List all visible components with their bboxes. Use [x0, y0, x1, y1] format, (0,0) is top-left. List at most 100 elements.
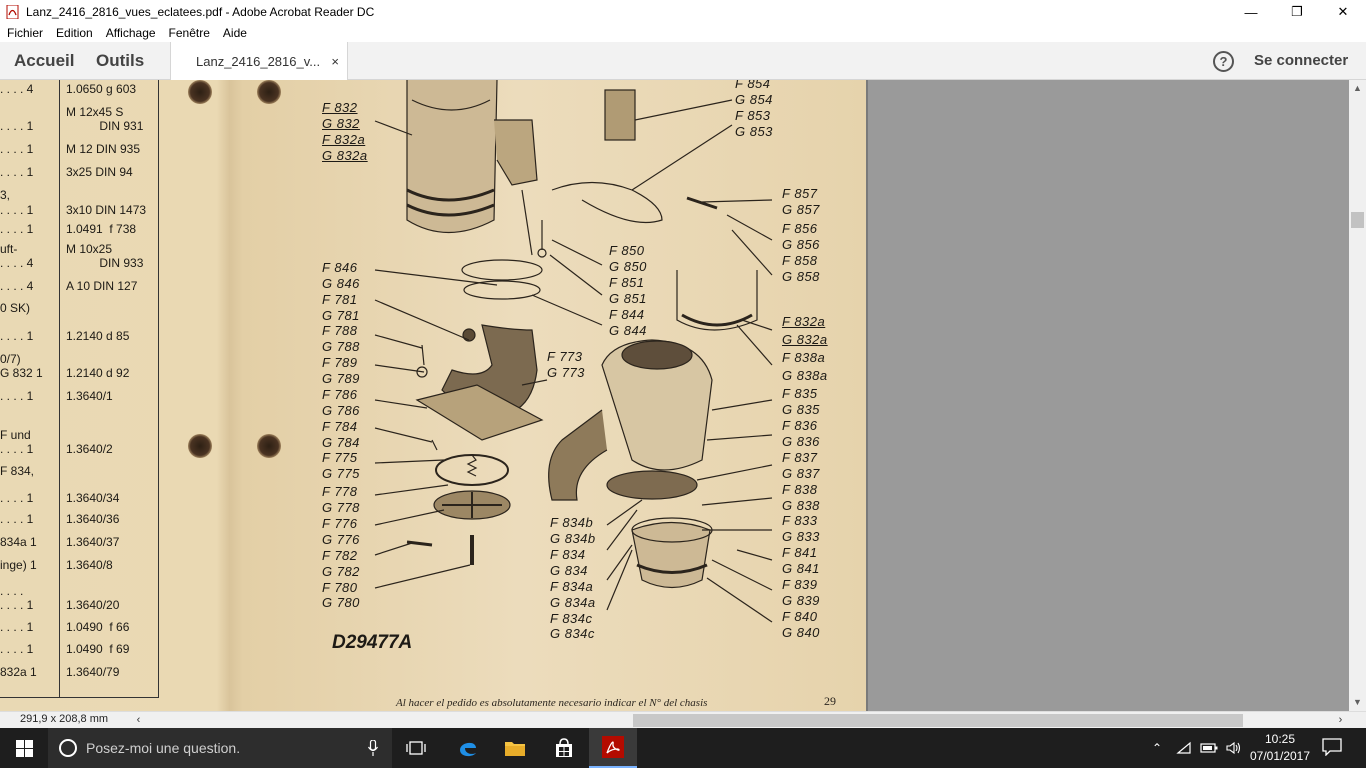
- title-bar: Lanz_2416_2816_vues_eclatees.pdf - Adobe…: [0, 0, 1366, 24]
- part-label: F 836: [782, 418, 818, 433]
- part-label: G 851: [609, 291, 647, 306]
- scroll-left-icon[interactable]: ‹: [130, 712, 147, 729]
- page-number: 29: [824, 694, 836, 708]
- part-label: G 857: [782, 202, 820, 217]
- tab-home[interactable]: Accueil: [14, 42, 74, 80]
- part-label: G 834c: [550, 626, 595, 641]
- help-icon[interactable]: ?: [1213, 51, 1234, 72]
- taskbar: Posez-moi une question. ⌃ 10:25 07/01/20…: [0, 728, 1366, 768]
- part-label: F 835: [782, 386, 818, 401]
- part-label: G 833: [782, 529, 820, 544]
- part-label: G 834a: [550, 595, 596, 610]
- part-label: G 786: [322, 403, 360, 418]
- acrobat-taskbar-button[interactable]: [589, 728, 637, 768]
- close-button[interactable]: ✕: [1320, 0, 1366, 24]
- part-label: F 784: [322, 419, 358, 434]
- part-label: G 832a: [322, 148, 368, 163]
- scroll-right-icon[interactable]: ›: [1332, 712, 1349, 729]
- system-tray: ⌃: [1152, 728, 1242, 768]
- part-label: F 858: [782, 253, 818, 268]
- scroll-down-icon[interactable]: ▼: [1349, 694, 1366, 711]
- menu-fichier[interactable]: Fichier: [7, 26, 43, 40]
- tab-tools[interactable]: Outils: [96, 42, 144, 80]
- part-label: G 854: [735, 92, 773, 107]
- page-edge: [866, 80, 868, 711]
- scroll-thumb[interactable]: [1351, 212, 1364, 228]
- maximize-button[interactable]: ❐: [1274, 0, 1320, 24]
- part-label: F 850: [609, 243, 645, 258]
- part-label: F 776: [322, 516, 358, 531]
- part-label: F 788: [322, 323, 358, 338]
- cortana-icon: [59, 739, 77, 757]
- wifi-icon[interactable]: [1176, 741, 1192, 755]
- part-label: G 846: [322, 276, 360, 291]
- tab-bar: Accueil Outils Lanz_2416_2816_v... × ? S…: [0, 42, 1366, 80]
- part-label: G 789: [322, 371, 360, 386]
- part-label: G 839: [782, 593, 820, 608]
- menu-affichage[interactable]: Affichage: [106, 26, 156, 40]
- part-label: G 840: [782, 625, 820, 640]
- acrobat-pdf-icon: [6, 5, 19, 19]
- part-label: G 832: [322, 116, 360, 131]
- clock-date: 07/01/2017: [1249, 749, 1311, 763]
- vertical-scrollbar[interactable]: ▲ ▼: [1349, 80, 1366, 711]
- parts-table: . . . . 4 1.0650 g 603 . . . . 1M 12x45 S…: [0, 80, 159, 698]
- microphone-icon[interactable]: [368, 740, 378, 756]
- part-label: F 834a: [550, 579, 594, 594]
- binder-hole: [188, 80, 212, 104]
- part-label: F 781: [322, 292, 358, 307]
- part-label: G 856: [782, 237, 820, 252]
- menu-aide[interactable]: Aide: [223, 26, 247, 40]
- part-label: G 853: [735, 124, 773, 139]
- part-label: F 857: [782, 186, 818, 201]
- document-tab-label: Lanz_2416_2816_v...: [196, 53, 321, 69]
- menu-fenetre[interactable]: Fenêtre: [169, 26, 210, 40]
- part-label: F 782: [322, 548, 358, 563]
- part-label: F 834b: [550, 515, 594, 530]
- part-label: F 839: [782, 577, 818, 592]
- part-label: G 781: [322, 308, 360, 323]
- clock-time: 10:25: [1264, 732, 1296, 746]
- part-label: F 773: [547, 349, 583, 364]
- part-label: F 844: [609, 307, 645, 322]
- part-label: F 786: [322, 387, 358, 402]
- part-label: F 837: [782, 450, 818, 465]
- chevron-up-icon[interactable]: ⌃: [1152, 741, 1162, 755]
- store-button[interactable]: [540, 728, 588, 768]
- part-label: G 832a: [782, 332, 828, 347]
- task-view-button[interactable]: [392, 728, 440, 768]
- part-label: F 832a: [782, 314, 826, 329]
- file-explorer-button[interactable]: [491, 728, 539, 768]
- part-label: G 858: [782, 269, 820, 284]
- taskbar-clock[interactable]: 10:25 07/01/2017: [1240, 731, 1320, 765]
- part-label: G 838a: [782, 368, 828, 383]
- document-view[interactable]: . . . . 4 1.0650 g 603 . . . . 1M 12x45 S…: [0, 80, 1349, 711]
- horizontal-scrollbar[interactable]: ‹ ›: [130, 712, 1349, 729]
- part-label: F 838: [782, 482, 818, 497]
- start-button[interactable]: [0, 728, 48, 768]
- minimize-button[interactable]: —: [1228, 0, 1274, 24]
- window-controls: — ❐ ✕: [1228, 0, 1366, 24]
- part-label: F 775: [322, 450, 358, 465]
- part-label: G 780: [322, 595, 360, 610]
- battery-icon[interactable]: [1200, 742, 1218, 754]
- scroll-up-icon[interactable]: ▲: [1349, 80, 1366, 97]
- signin-button[interactable]: Se connecter: [1254, 42, 1348, 80]
- part-label: G 844: [609, 323, 647, 338]
- part-label: F 780: [322, 580, 358, 595]
- part-label: G 838: [782, 498, 820, 513]
- cortana-search-box[interactable]: Posez-moi une question.: [48, 728, 392, 768]
- part-label: G 850: [609, 259, 647, 274]
- tab-document[interactable]: Lanz_2416_2816_v... ×: [170, 42, 348, 80]
- close-tab-icon[interactable]: ×: [331, 54, 339, 69]
- part-label: F 833: [782, 513, 818, 528]
- acrobat-icon: [602, 736, 624, 758]
- menu-bar: Fichier Edition Affichage Fenêtre Aide: [0, 24, 1366, 42]
- search-placeholder: Posez-moi une question.: [86, 740, 241, 756]
- horizontal-scroll-thumb[interactable]: [633, 714, 1243, 727]
- menu-edition[interactable]: Edition: [56, 26, 93, 40]
- edge-browser-button[interactable]: [444, 728, 492, 768]
- status-bar: 291,9 x 208,8 mm ‹ ›: [0, 711, 1366, 728]
- part-label: F 778: [322, 484, 358, 499]
- action-center-icon[interactable]: [1322, 738, 1342, 756]
